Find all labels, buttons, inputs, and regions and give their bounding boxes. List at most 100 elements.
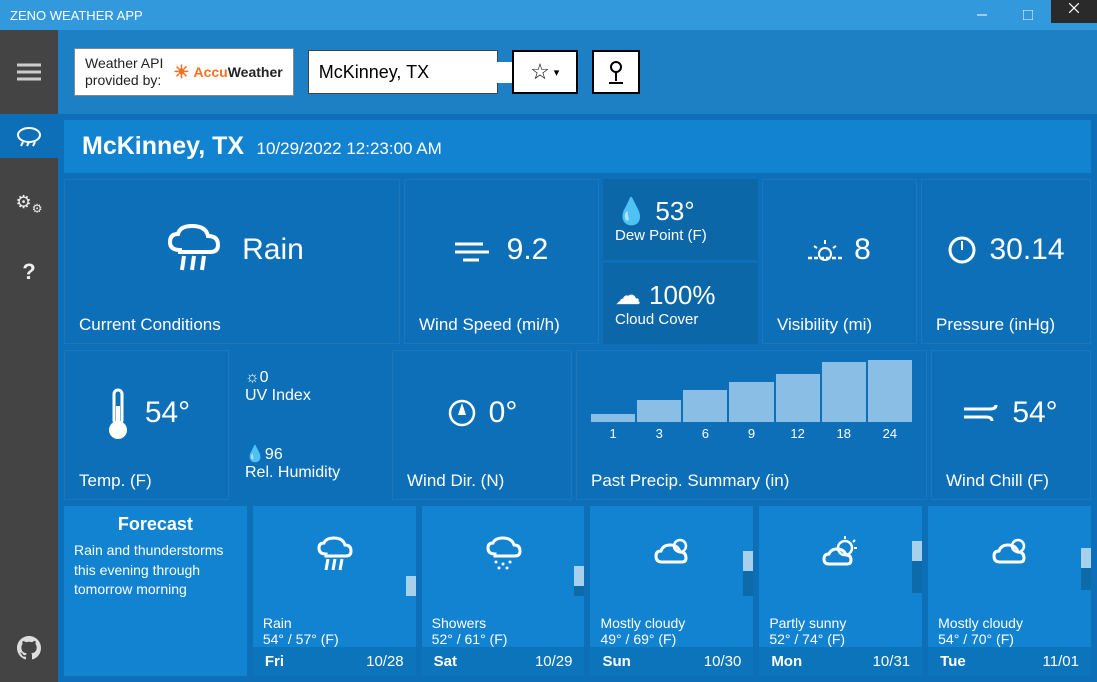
forecast-condition: Rain <box>253 615 292 631</box>
gear-icon: ⚙⚙ <box>16 192 43 216</box>
forecast-condition: Mostly cloudy <box>590 615 685 631</box>
precip-label: Past Precip. Summary (in) <box>591 471 912 491</box>
tile-wind-chill: 54° Wind Chill (F) <box>931 350 1091 500</box>
precip-bar-label: 3 <box>656 426 663 441</box>
precip-bar: 24 <box>868 360 912 441</box>
precip-bar: 18 <box>822 362 866 441</box>
maximize-button[interactable] <box>1005 0 1051 30</box>
forecast-day: Sun <box>602 653 630 670</box>
github-icon <box>17 636 41 660</box>
rain-icon <box>312 534 356 583</box>
minimize-button[interactable] <box>959 0 1005 30</box>
tile-pressure: 30.14 Pressure (inHg) <box>921 179 1091 344</box>
forecast-summary-card: Forecast Rain and thunderstorms this eve… <box>64 506 247 676</box>
wind-dir-value: 0° <box>489 396 518 430</box>
forecast-date: 11/01 <box>1043 653 1079 670</box>
tile-wind-speed: 9.2 Wind Speed (mi/h) <box>404 179 599 344</box>
forecast-condition: Partly sunny <box>759 615 846 631</box>
droplet-icon: 💧 <box>615 196 647 227</box>
partly-sunny-icon <box>819 534 863 583</box>
forecast-temps: 52° / 74° (F) <box>759 631 845 647</box>
gauge-icon <box>947 235 977 265</box>
dew-point-label: Dew Point (F) <box>615 227 746 244</box>
sidebar-item-help[interactable]: ? <box>0 250 58 294</box>
forecast-day-card[interactable]: Mostly cloudy 49° / 69° (F) Sun 10/30 <box>590 506 753 676</box>
temp-range-bar <box>743 551 753 596</box>
showers-icon <box>481 534 525 583</box>
forecast-date: 10/31 <box>873 653 911 670</box>
star-icon: ☆ <box>530 59 550 85</box>
precip-bar-label: 6 <box>702 426 709 441</box>
temp-range-bar <box>574 566 584 596</box>
humidity-value: 96 <box>265 446 283 463</box>
pressure-label: Pressure (inHg) <box>936 315 1076 335</box>
close-button[interactable] <box>1051 0 1097 23</box>
tile-visibility: 8 Visibility (mi) <box>762 179 917 344</box>
cloud-icon: ☁ <box>615 280 641 311</box>
visibility-icon <box>808 236 842 264</box>
forecast-row: Forecast Rain and thunderstorms this eve… <box>64 506 1091 676</box>
tile-uv-humidity: ☼0 UV Index 💧96 Rel. Humidity <box>233 350 388 500</box>
forecast-day: Sat <box>434 653 457 670</box>
sidebar-item-weather[interactable] <box>0 114 58 158</box>
precip-bar-label: 9 <box>748 426 755 441</box>
wind-dir-label: Wind Dir. (N) <box>407 471 557 491</box>
forecast-day: Fri <box>265 653 284 670</box>
forecast-day-card[interactable]: Partly sunny 52° / 74° (F) Mon 10/31 <box>759 506 922 676</box>
precip-bar-label: 12 <box>790 426 804 441</box>
wind-chill-icon <box>964 401 1000 425</box>
wind-speed-value: 9.2 <box>507 233 549 267</box>
temp-range-bar <box>406 576 416 596</box>
precip-bar: 12 <box>776 374 820 441</box>
forecast-condition: Showers <box>422 615 486 631</box>
visibility-value: 8 <box>854 233 871 267</box>
thermometer-icon <box>103 386 133 440</box>
toolbar: Weather API provided by: ☀ AccuWeather ✕… <box>0 30 1097 114</box>
location-search-box[interactable]: ✕ <box>308 50 498 94</box>
window-title: ZENO WEATHER APP <box>10 8 143 23</box>
forecast-day-card[interactable]: Showers 52° / 61° (F) Sat 10/29 <box>422 506 585 676</box>
temp-value: 54° <box>145 396 190 430</box>
location-header: McKinney, TX 10/29/2022 12:23:00 AM <box>64 120 1091 173</box>
temp-label: Temp. (F) <box>79 471 214 491</box>
locate-me-button[interactable] <box>592 50 640 94</box>
precip-bar: 1 <box>591 414 635 441</box>
mostly-cloudy-icon <box>988 534 1032 583</box>
visibility-label: Visibility (mi) <box>777 315 902 335</box>
uv-label: UV Index <box>245 387 376 405</box>
forecast-condition: Mostly cloudy <box>928 615 1023 631</box>
help-icon: ? <box>22 259 35 285</box>
favorite-dropdown-button[interactable]: ☆ ▾ <box>512 50 578 94</box>
sun-outline-icon: ☼ <box>245 369 260 386</box>
api-label-2: provided by: <box>85 72 163 89</box>
forecast-day: Mon <box>771 653 802 670</box>
tile-current-conditions: Rain Current Conditions <box>64 179 400 344</box>
api-provider-box: Weather API provided by: ☀ AccuWeather <box>74 48 294 96</box>
sidebar-item-settings[interactable]: ⚙⚙ <box>0 182 58 226</box>
wind-icon <box>455 238 495 262</box>
weather-icon <box>15 125 43 147</box>
sidebar-item-github[interactable] <box>0 626 58 670</box>
menu-button[interactable] <box>0 30 58 114</box>
humidity-icon: 💧 <box>245 446 265 463</box>
forecast-date: 10/29 <box>535 653 573 670</box>
sidebar: ⚙⚙ ? <box>0 114 58 682</box>
forecast-day-card[interactable]: Mostly cloudy 54° / 70° (F) Tue 11/01 <box>928 506 1091 676</box>
title-bar: ZENO WEATHER APP <box>0 0 1097 30</box>
cloud-cover-value: 100% <box>649 280 716 311</box>
precip-bar: 9 <box>729 382 773 441</box>
tile-wind-direction: 0° Wind Dir. (N) <box>392 350 572 500</box>
window-controls <box>959 0 1097 30</box>
precip-bar: 6 <box>683 390 727 441</box>
precip-bar-label: 24 <box>883 426 897 441</box>
sun-icon: ☀ <box>173 62 189 83</box>
wind-chill-label: Wind Chill (F) <box>946 471 1076 491</box>
location-pin-icon <box>605 59 627 85</box>
forecast-temps: 54° / 57° (F) <box>253 631 339 647</box>
tile-temperature: 54° Temp. (F) <box>64 350 229 500</box>
precip-bar-label: 1 <box>609 426 616 441</box>
forecast-day-card[interactable]: Rain 54° / 57° (F) Fri 10/28 <box>253 506 416 676</box>
temp-range-bar <box>1081 548 1091 590</box>
tile-dew-cloud: 💧53° Dew Point (F) ☁100% Cloud Cover <box>603 179 758 344</box>
wind-chill-value: 54° <box>1012 396 1057 430</box>
